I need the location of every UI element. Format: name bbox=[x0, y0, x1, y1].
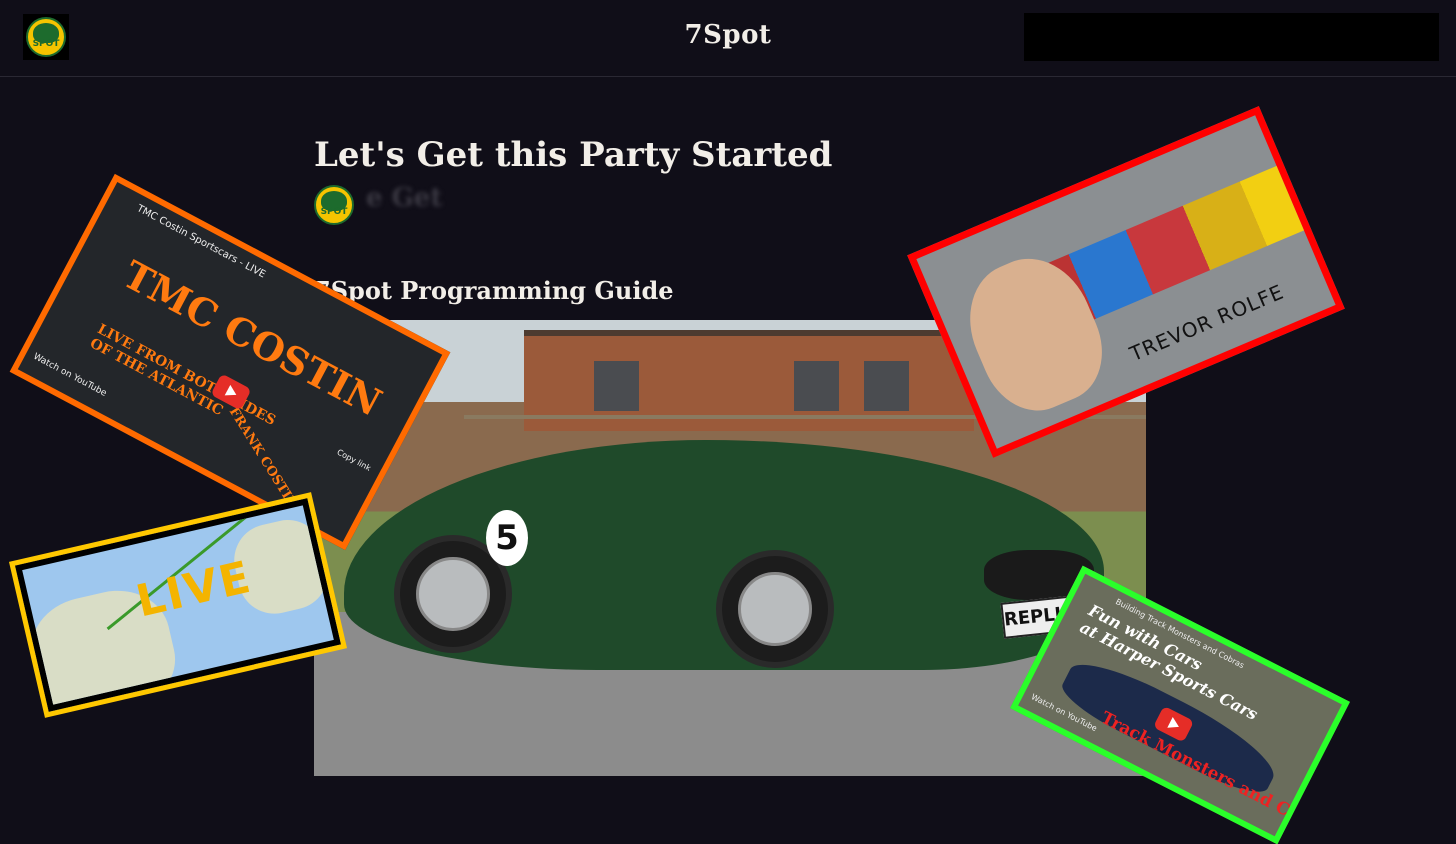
lotus-logo-icon: SPOT bbox=[314, 185, 354, 225]
author-name-blurred: e Get bbox=[366, 183, 443, 213]
watch-on-youtube[interactable]: Watch on YouTube bbox=[31, 352, 108, 399]
author-avatar[interactable]: SPOT bbox=[314, 185, 354, 225]
window bbox=[864, 361, 909, 411]
live-map-card[interactable]: LIVE bbox=[9, 491, 347, 719]
window bbox=[594, 361, 639, 411]
copy-link[interactable]: Copy link bbox=[335, 448, 372, 473]
window bbox=[794, 361, 839, 411]
top-bar: SPOT 7Spot bbox=[0, 0, 1456, 77]
subscribe-area[interactable] bbox=[1024, 13, 1439, 61]
live-label: LIVE bbox=[131, 551, 257, 628]
post-title: Let's Get this Party Started bbox=[314, 134, 833, 175]
race-number: 5 bbox=[486, 510, 528, 566]
section-title: 7Spot Programming Guide bbox=[314, 275, 674, 305]
logo-text: SPOT bbox=[320, 207, 348, 217]
wheel-icon bbox=[716, 550, 834, 668]
track-monsters-video-embed[interactable]: Building Track Monsters and Cobras Fun w… bbox=[1010, 565, 1350, 844]
